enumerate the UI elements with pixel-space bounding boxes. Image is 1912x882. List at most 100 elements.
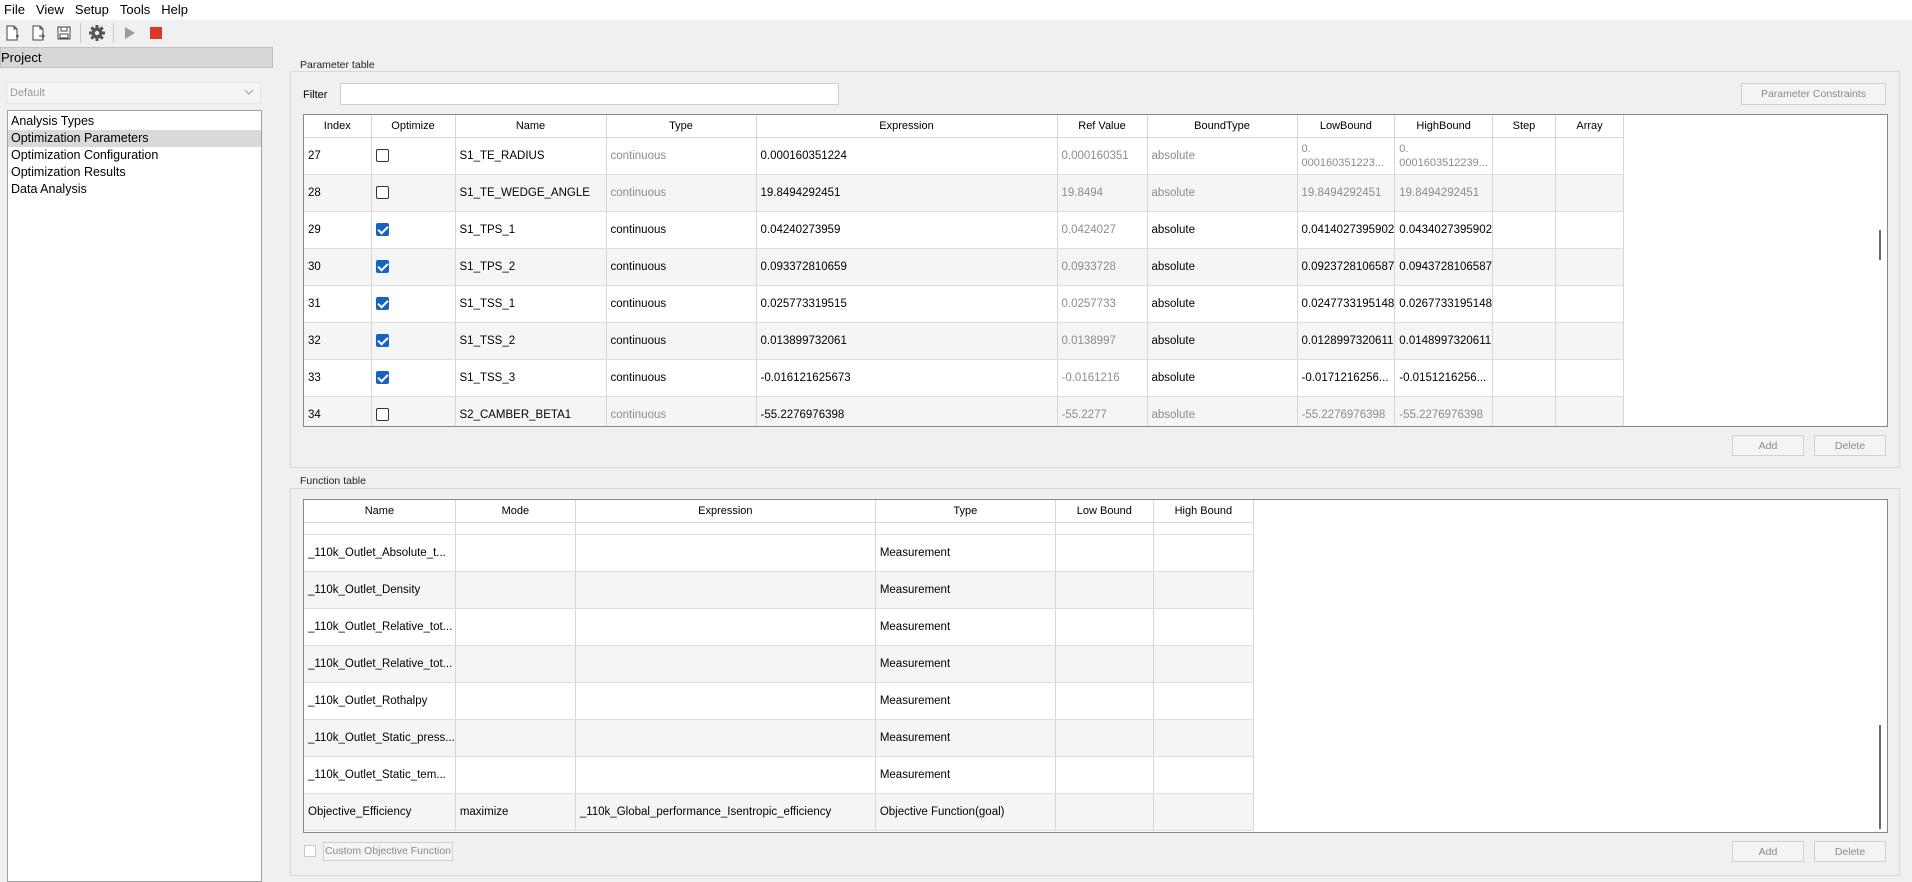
param-type[interactable]: continuous	[606, 174, 757, 212]
param-name[interactable]: S1_TPS_2	[455, 248, 607, 286]
function-expression[interactable]	[575, 608, 876, 646]
function-high[interactable]	[1153, 719, 1254, 757]
function-type[interactable]: Measurement	[875, 682, 1056, 720]
param-high-bound[interactable]: 19.8494292451	[1394, 174, 1493, 212]
optimize-checkbox[interactable]	[375, 223, 389, 236]
param-type[interactable]: continuous	[606, 211, 757, 249]
function-name[interactable]: _110k_Outlet_Relative_tot...	[304, 645, 456, 683]
parameter-row[interactable]: 29 S1_TPS_1 continuous 0.04240273959 0.04240…	[304, 211, 1624, 249]
stop-icon[interactable]	[146, 23, 166, 43]
function-low[interactable]	[1055, 719, 1154, 757]
settings-gear-icon[interactable]	[87, 23, 107, 43]
param-low-bound[interactable]: 0.0414027395902	[1297, 211, 1396, 249]
run-play-icon[interactable]	[120, 23, 140, 43]
param-step[interactable]	[1492, 174, 1556, 212]
param-name[interactable]: S1_TSS_2	[455, 322, 607, 360]
column-header-boundtype[interactable]: BoundType	[1147, 115, 1298, 138]
param-type[interactable]: continuous	[606, 322, 757, 360]
function-row[interactable]: _110k_Outlet_Static_press... Measurement	[304, 719, 1254, 757]
param-bound-type[interactable]: absolute	[1147, 322, 1298, 360]
parameter-table-scrollbar[interactable]	[1879, 230, 1881, 260]
param-bound-type[interactable]: absolute	[1147, 248, 1298, 286]
parameter-row[interactable]: 28 S1_TE_WEDGE_ANGLE continuous 19.84942924…	[304, 174, 1624, 212]
param-expression[interactable]: 19.8494292451	[756, 174, 1058, 212]
parameter-row[interactable]: 31 S1_TSS_1 continuous 0.025773319515 0.0257…	[304, 285, 1624, 323]
function-expression[interactable]	[575, 719, 876, 757]
function-name[interactable]: _110k_Outlet_Rothalpy	[304, 682, 456, 720]
param-type[interactable]: continuous	[606, 285, 757, 323]
new-file-icon[interactable]	[2, 23, 22, 43]
function-name[interactable]: Objective_Efficiency	[304, 793, 456, 831]
function-low[interactable]	[1055, 534, 1154, 572]
function-row[interactable]: _110k_Outlet_Density Measurement	[304, 571, 1254, 609]
function-mode[interactable]	[455, 645, 576, 683]
function-table-scrollbar[interactable]	[1879, 725, 1881, 829]
function-row[interactable]: _110k_Outlet_Absolute_t... Measurement	[304, 534, 1254, 572]
function-column-header-name[interactable]: Name	[304, 500, 456, 523]
param-type[interactable]: continuous	[606, 396, 757, 426]
function-high[interactable]	[1153, 645, 1254, 683]
param-high-bound[interactable]: -0.0151216256...	[1394, 359, 1493, 397]
param-expression[interactable]: 0.093372810659	[756, 248, 1058, 286]
function-type[interactable]: Objective Function(goal)	[875, 793, 1056, 831]
function-high[interactable]	[1153, 682, 1254, 720]
function-column-header-low-bound[interactable]: Low Bound	[1055, 500, 1154, 523]
function-column-header-high-bound[interactable]: High Bound	[1153, 500, 1254, 523]
param-step[interactable]	[1492, 322, 1556, 360]
function-high[interactable]	[1153, 571, 1254, 609]
param-expression[interactable]: 0.000160351224	[756, 137, 1058, 175]
param-high-bound[interactable]: 0.0267733195148	[1394, 285, 1493, 323]
param-name[interactable]: S1_TSS_1	[455, 285, 607, 323]
param-high-bound[interactable]: 0.0148997320611	[1394, 322, 1493, 360]
custom-objective-button[interactable]: Custom Objective Function	[323, 842, 453, 861]
function-type[interactable]: Measurement	[875, 719, 1056, 757]
param-high-bound[interactable]: 0.0434027395902	[1394, 211, 1493, 249]
optimize-checkbox[interactable]	[375, 408, 389, 421]
param-step[interactable]	[1492, 211, 1556, 249]
param-expression[interactable]: 0.04240273959	[756, 211, 1058, 249]
column-header-step[interactable]: Step	[1492, 115, 1556, 138]
function-type[interactable]: Measurement	[875, 534, 1056, 572]
param-type[interactable]: continuous	[606, 359, 757, 397]
param-expression[interactable]: -0.016121625673	[756, 359, 1058, 397]
param-array[interactable]	[1555, 248, 1624, 286]
param-array[interactable]	[1555, 137, 1624, 175]
function-expression[interactable]	[575, 571, 876, 609]
function-low[interactable]	[1055, 645, 1154, 683]
nav-item-optimization-results[interactable]: Optimization Results	[8, 164, 261, 181]
save-icon[interactable]	[54, 23, 74, 43]
function-delete-button[interactable]: Delete	[1814, 841, 1886, 862]
menu-tools[interactable]: Tools	[116, 0, 157, 20]
function-mode[interactable]	[455, 571, 576, 609]
menu-setup[interactable]: Setup	[71, 0, 116, 20]
function-type[interactable]: Measurement	[875, 608, 1056, 646]
param-high-bound[interactable]: -55.2276976398	[1394, 396, 1493, 426]
menu-file[interactable]: File	[0, 0, 32, 20]
param-low-bound[interactable]: 19.8494292451	[1297, 174, 1396, 212]
param-step[interactable]	[1492, 285, 1556, 323]
param-array[interactable]	[1555, 396, 1624, 426]
function-high[interactable]	[1153, 756, 1254, 794]
optimize-checkbox[interactable]	[375, 334, 389, 347]
param-low-bound[interactable]: 0.0247733195148	[1297, 285, 1396, 323]
function-low[interactable]	[1055, 571, 1154, 609]
parameter-row[interactable]: 27 S1_TE_RADIUS continuous 0.000160351224 0.…	[304, 137, 1624, 175]
param-high-bound[interactable]: 0.0943728106587	[1394, 248, 1493, 286]
optimize-checkbox[interactable]	[375, 260, 389, 273]
function-mode[interactable]	[455, 719, 576, 757]
column-header-array[interactable]: Array	[1555, 115, 1624, 138]
filter-input[interactable]	[340, 83, 839, 105]
function-low[interactable]	[1055, 793, 1154, 831]
param-low-bound[interactable]: 0. 000160351223...	[1297, 137, 1396, 175]
param-name[interactable]: S1_TPS_1	[455, 211, 607, 249]
param-name[interactable]: S1_TE_WEDGE_ANGLE	[455, 174, 607, 212]
project-combo[interactable]: Default	[6, 82, 261, 104]
function-expression[interactable]	[575, 682, 876, 720]
function-type[interactable]: Measurement	[875, 756, 1056, 794]
function-type[interactable]: Measurement	[875, 571, 1056, 609]
function-name[interactable]: _110k_Outlet_Absolute_t...	[304, 534, 456, 572]
import-file-icon[interactable]	[28, 23, 48, 43]
function-name[interactable]: _110k_Outlet_Static_tem...	[304, 756, 456, 794]
parameter-add-button[interactable]: Add	[1732, 435, 1804, 456]
menu-help[interactable]: Help	[157, 0, 195, 20]
